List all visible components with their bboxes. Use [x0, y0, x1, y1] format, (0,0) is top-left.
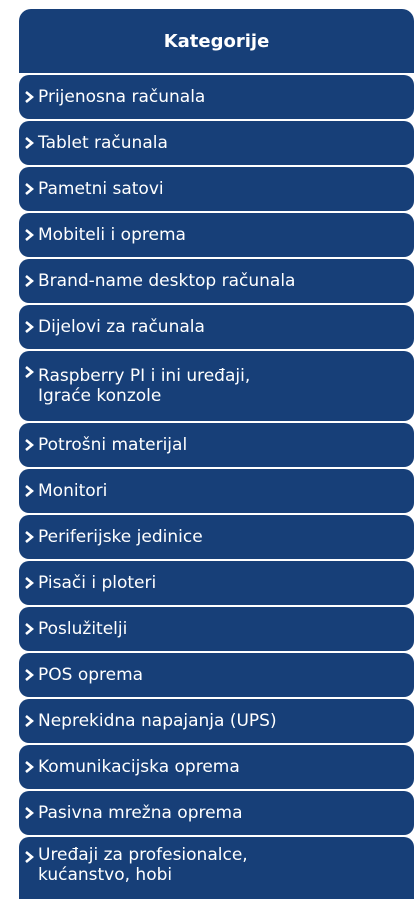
chevron-right-icon: [22, 484, 36, 498]
category-label: Komunikacijska oprema: [38, 756, 240, 777]
category-item-tablet-racunala[interactable]: Tablet računala: [19, 121, 414, 165]
category-label: POS oprema: [38, 664, 144, 685]
chevron-right-icon: [22, 806, 36, 820]
category-list: Prijenosna računala Tablet računala Pame…: [19, 75, 414, 899]
category-item-pametni-satovi[interactable]: Pametni satovi: [19, 167, 414, 211]
chevron-right-icon: [22, 365, 36, 379]
category-label: Pisači i ploteri: [38, 572, 157, 593]
chevron-right-icon: [22, 714, 36, 728]
category-label: Periferijske jedinice: [38, 526, 203, 547]
chevron-right-icon: [22, 622, 36, 636]
category-item-brand-name-desktop[interactable]: Brand-name desktop računala: [19, 259, 414, 303]
category-item-pisaci-i-ploteri[interactable]: Pisači i ploteri: [19, 561, 414, 605]
category-item-uredaji-za-profesionalce[interactable]: Uređaji za profesionalce, kućanstvo, hob…: [19, 837, 414, 899]
category-label: Neprekidna napajanja (UPS): [38, 710, 277, 731]
sidebar-title: Kategorije: [19, 9, 414, 73]
category-item-monitori[interactable]: Monitori: [19, 469, 414, 513]
chevron-right-icon: [22, 136, 36, 150]
category-label: Potrošni materijal: [38, 434, 188, 455]
category-item-potrosni-materijal[interactable]: Potrošni materijal: [19, 423, 414, 467]
categories-sidebar: Kategorije Prijenosna računala Tablet ra…: [19, 9, 414, 899]
category-label: Brand-name desktop računala: [38, 270, 296, 291]
category-label: Pametni satovi: [38, 178, 164, 199]
category-label: Monitori: [38, 480, 108, 501]
chevron-right-icon: [22, 760, 36, 774]
category-item-dijelovi-za-racunala[interactable]: Dijelovi za računala: [19, 305, 414, 349]
chevron-right-icon: [22, 668, 36, 682]
chevron-right-icon: [22, 850, 36, 864]
chevron-right-icon: [22, 438, 36, 452]
category-item-periferijske-jedinice[interactable]: Periferijske jedinice: [19, 515, 414, 559]
category-label: Tablet računala: [38, 132, 168, 153]
category-item-posluzitelji[interactable]: Poslužitelji: [19, 607, 414, 651]
chevron-right-icon: [22, 320, 36, 334]
chevron-right-icon: [22, 530, 36, 544]
category-item-pasivna-mrezna-oprema[interactable]: Pasivna mrežna oprema: [19, 791, 414, 835]
category-label: Poslužitelji: [38, 618, 128, 639]
category-label: Prijenosna računala: [38, 86, 206, 107]
category-label: Mobiteli i oprema: [38, 224, 186, 245]
category-label: Uređaji za profesionalce, kućanstvo, hob…: [38, 845, 248, 886]
category-item-ups[interactable]: Neprekidna napajanja (UPS): [19, 699, 414, 743]
chevron-right-icon: [22, 274, 36, 288]
chevron-right-icon: [22, 90, 36, 104]
chevron-right-icon: [22, 182, 36, 196]
category-item-prijenosna-racunala[interactable]: Prijenosna računala: [19, 75, 414, 119]
category-item-mobiteli-i-oprema[interactable]: Mobiteli i oprema: [19, 213, 414, 257]
category-label: Dijelovi za računala: [38, 316, 205, 337]
category-item-pos-oprema[interactable]: POS oprema: [19, 653, 414, 697]
chevron-right-icon: [22, 576, 36, 590]
chevron-right-icon: [22, 228, 36, 242]
category-label: Raspberry PI i ini uređaji, Igraće konzo…: [38, 365, 251, 406]
category-item-komunikacijska-oprema[interactable]: Komunikacijska oprema: [19, 745, 414, 789]
category-label: Pasivna mrežna oprema: [38, 802, 243, 823]
category-item-raspberry-pi[interactable]: Raspberry PI i ini uređaji, Igraće konzo…: [19, 351, 414, 421]
